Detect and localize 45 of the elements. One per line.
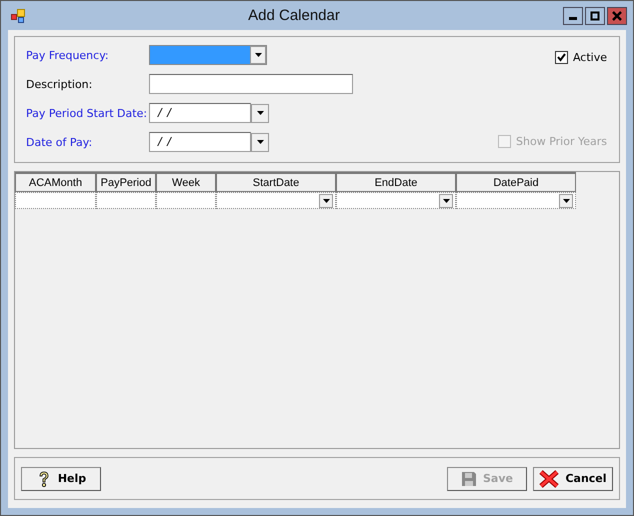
column-header[interactable]: PayPeriod bbox=[96, 172, 156, 192]
table-cell[interactable] bbox=[216, 192, 336, 209]
column-header[interactable]: DatePaid bbox=[456, 172, 576, 192]
date-field[interactable]: / / bbox=[149, 132, 251, 152]
table-cell[interactable] bbox=[456, 192, 576, 209]
table-cell[interactable] bbox=[15, 192, 96, 209]
caret-icon bbox=[256, 140, 264, 144]
dropdown-button[interactable] bbox=[251, 104, 269, 122]
date-field[interactable]: / / bbox=[149, 103, 251, 123]
caret-icon bbox=[442, 198, 450, 202]
dropdown-button[interactable] bbox=[251, 132, 269, 152]
caret-icon bbox=[562, 198, 570, 202]
close-icon bbox=[612, 10, 622, 20]
caret-icon bbox=[256, 111, 264, 115]
minimize-button[interactable] bbox=[563, 6, 583, 24]
column-header[interactable]: Week bbox=[156, 172, 216, 192]
input-field[interactable] bbox=[149, 74, 353, 94]
field-label: Pay Frequency: bbox=[26, 48, 110, 62]
dropdown-button[interactable] bbox=[319, 194, 333, 208]
dropdown-button[interactable] bbox=[559, 194, 573, 208]
app-icon bbox=[11, 8, 25, 22]
table-cell[interactable] bbox=[96, 192, 156, 209]
column-header[interactable]: StartDate bbox=[216, 172, 336, 192]
window-title: Add Calendar bbox=[247, 7, 341, 24]
caret-icon bbox=[254, 53, 262, 57]
field-label: Date of Pay: bbox=[26, 136, 94, 148]
table-cell[interactable] bbox=[156, 192, 216, 209]
field-label: Description: bbox=[26, 78, 94, 90]
column-header[interactable]: EndDate bbox=[336, 172, 456, 192]
cancel-button[interactable]: Cancel bbox=[533, 466, 613, 490]
x-icon bbox=[539, 470, 560, 488]
maximize-button[interactable] bbox=[585, 6, 605, 24]
help-button[interactable]: Help bbox=[21, 466, 101, 490]
checkbox-label: Show Prior Years bbox=[516, 135, 607, 148]
table-cell[interactable] bbox=[336, 192, 456, 209]
dropdown[interactable] bbox=[149, 45, 267, 65]
close-button[interactable] bbox=[607, 6, 627, 24]
dropdown-button[interactable] bbox=[439, 194, 453, 208]
minimize-icon bbox=[569, 17, 577, 20]
field-label: Pay Period Start Date: bbox=[26, 106, 148, 120]
maximize-icon bbox=[590, 10, 600, 20]
checkbox-label: Active bbox=[572, 51, 607, 64]
column-header[interactable]: ACAMonth bbox=[15, 172, 96, 192]
caret-icon bbox=[322, 198, 330, 202]
checkbox[interactable] bbox=[554, 51, 568, 64]
